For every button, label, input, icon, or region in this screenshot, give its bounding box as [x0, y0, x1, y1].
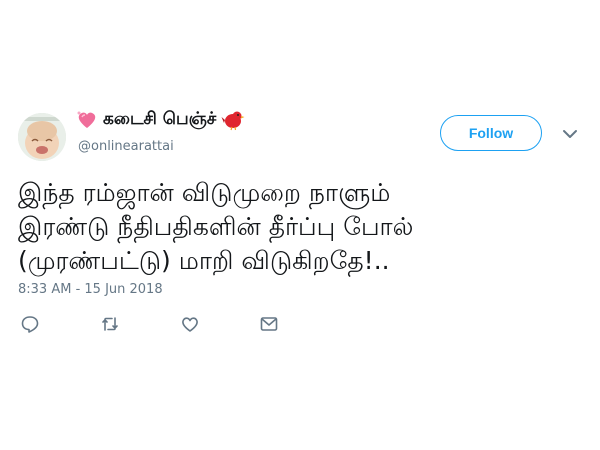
- retweet-icon[interactable]: [100, 314, 120, 334]
- heart-icon[interactable]: [180, 314, 200, 334]
- tweet-text-line: (முரண்பட்டு) மாறி விடுகிறதே!..: [18, 246, 390, 275]
- message-icon[interactable]: [259, 314, 279, 334]
- tweet-text: இந்த ரம்ஜான் விடுமுறை நாளும் இரண்டு நீதி…: [18, 176, 588, 278]
- sparkling-heart-icon: [76, 110, 98, 130]
- display-name-text: கடைசி பெஞ்ச்: [103, 109, 217, 129]
- reply-icon[interactable]: [20, 314, 40, 334]
- chevron-down-icon[interactable]: [561, 125, 579, 143]
- tweet-text-line: இந்த ரம்ஜான் விடுமுறை நாளும்: [18, 178, 391, 207]
- tweet-timestamp[interactable]: 8:33 AM - 15 Jun 2018: [18, 282, 163, 297]
- display-name[interactable]: கடைசி பெஞ்ச்: [76, 109, 245, 131]
- avatar[interactable]: [18, 113, 66, 161]
- follow-button[interactable]: Follow: [440, 115, 542, 151]
- user-handle[interactable]: @onlinearattai: [78, 139, 174, 154]
- red-bird-icon: [221, 109, 245, 131]
- tweet-text-line: இரண்டு நீதிபதிகளின் தீர்ப்பு போல்: [18, 212, 414, 241]
- tweet-card: கடைசி பெஞ்ச் @onlinearattai Follow இந்த …: [0, 0, 600, 450]
